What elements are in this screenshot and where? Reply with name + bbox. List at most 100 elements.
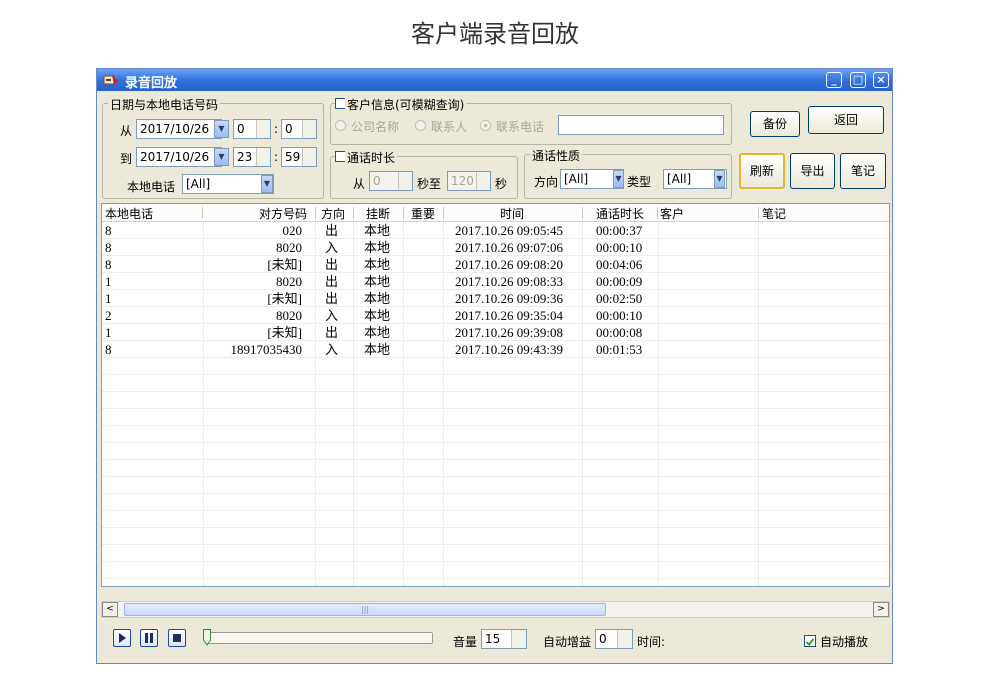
cell-dir: 出 (325, 223, 339, 238)
table-row[interactable]: 8 020 出本地 2017.10.26 09:05:45 00:00:37 (102, 222, 889, 239)
from-date-dropdown[interactable]: ▼ (214, 120, 229, 138)
scroll-thumb[interactable]: ||| (124, 603, 606, 616)
col-duration[interactable]: 通话时长 (596, 205, 644, 222)
autoplay-label: 自动播放 (820, 635, 869, 649)
page-heading: 客户端录音回放 (411, 20, 579, 48)
table-row[interactable]: 1 [未知] 出本地 2017.10.26 09:39:08 00:00:08 (102, 324, 889, 341)
cell-remote: 8020 (276, 308, 302, 323)
col-important[interactable]: 重要 (411, 205, 435, 222)
recording-playback-window: 录音回放 _ □ × 日期与本地电话号码 从 2017/10/26 星 ▼ 0 … (96, 68, 893, 664)
duration-from-spinner[interactable] (398, 172, 412, 190)
pause-icon (145, 633, 153, 643)
stop-button[interactable] (168, 629, 186, 647)
cell-hangup: 本地 (364, 342, 391, 357)
maximize-button[interactable]: □ (850, 72, 866, 88)
col-remote-number[interactable]: 对方号码 (259, 205, 307, 222)
cell-duration: 00:04:06 (596, 257, 643, 272)
cell-time: 2017.10.26 09:05:45 (455, 223, 563, 238)
app-icon (103, 75, 118, 85)
play-button[interactable] (113, 629, 131, 647)
cell-duration: 00:00:37 (596, 223, 643, 238)
auto-gain-spinner[interactable] (617, 630, 632, 648)
volume-label: 音量 (453, 635, 478, 649)
table-row[interactable]: 8 [未知] 出本地 2017.10.26 09:08:20 00:04:06 (102, 256, 889, 273)
cell-time: 2017.10.26 09:08:33 (455, 274, 563, 289)
volume-spinner[interactable] (511, 630, 526, 648)
export-button[interactable]: 导出 (790, 153, 835, 189)
cell-time: 2017.10.26 09:07:06 (455, 240, 563, 255)
playback-bar: 音量 15 自动增益 0 时间: 自动播放 (97, 621, 892, 665)
type-dropdown[interactable]: ▼ (714, 170, 725, 188)
minimize-button[interactable]: _ (826, 72, 842, 88)
col-customer[interactable]: 客户 (660, 205, 684, 222)
cell-duration: 00:00:10 (596, 308, 643, 323)
customer-info-legend: 客户信息(可模糊查询) (345, 96, 467, 113)
to-hour-spinner[interactable] (256, 148, 270, 166)
title-bar[interactable]: 录音回放 _ □ × (97, 69, 892, 91)
direction-dropdown[interactable]: ▼ (613, 170, 624, 188)
cell-remote: [未知] (267, 291, 302, 306)
table-row[interactable]: 2 8020 入本地 2017.10.26 09:35:04 00:00:10 (102, 307, 889, 324)
to-minute-spinner[interactable] (302, 148, 316, 166)
col-direction[interactable]: 方向 (321, 205, 345, 222)
table-row[interactable]: 1 8020 出本地 2017.10.26 09:08:33 00:00:09 (102, 273, 889, 290)
duration-to-spinner[interactable] (476, 172, 490, 190)
cell-time: 2017.10.26 09:08:20 (455, 257, 563, 272)
cell-remote: 8020 (276, 240, 302, 255)
customer-search-input[interactable] (558, 115, 724, 135)
cell-time: 2017.10.26 09:39:08 (455, 325, 563, 340)
cell-hangup: 本地 (364, 274, 391, 289)
cell-remote: 18917035430 (230, 342, 303, 357)
cell-remote: [未知] (267, 325, 302, 340)
to-colon: : (274, 150, 279, 164)
scroll-right-button[interactable]: > (873, 602, 889, 617)
cell-remote: 020 (282, 223, 303, 238)
backup-button[interactable]: 备份 (750, 111, 800, 137)
table-row[interactable]: 8 8020 入本地 2017.10.26 09:07:06 00:00:10 (102, 239, 889, 256)
scroll-left-button[interactable]: < (102, 602, 118, 617)
playback-progress-track[interactable] (205, 632, 433, 644)
cell-hangup: 本地 (364, 257, 391, 272)
table-rows: 8 020 出本地 2017.10.26 09:05:45 00:00:37 8 8020 入… (102, 222, 889, 358)
pause-button[interactable] (140, 629, 158, 647)
cell-dir: 出 (325, 257, 339, 272)
cell-duration: 00:00:09 (596, 274, 643, 289)
from-hour-spinner[interactable] (256, 120, 270, 138)
cell-hangup: 本地 (364, 291, 391, 306)
from-date-picker[interactable]: 2017/10/26 星 (136, 119, 222, 139)
cell-time: 2017.10.26 09:35:04 (455, 308, 563, 323)
window-title: 录音回放 (125, 76, 178, 91)
col-time[interactable]: 时间 (500, 205, 524, 222)
back-button[interactable]: 返回 (808, 106, 884, 134)
phone-radio[interactable] (480, 120, 491, 131)
checkmark-icon (805, 638, 815, 646)
recordings-table[interactable]: 本地电话 对方号码 方向 挂断 重要 时间 通话时长 客户 笔记 8 020 出本地… (101, 203, 890, 587)
cell-dir: 出 (325, 325, 339, 340)
autoplay-checkbox[interactable] (804, 635, 816, 647)
duration-group: 通话时长 从 0 秒至 120 秒 (330, 149, 518, 199)
cell-duration: 00:00:08 (596, 325, 643, 340)
playback-progress-thumb[interactable] (203, 629, 211, 646)
notes-button[interactable]: 笔记 (840, 153, 886, 189)
to-date-picker[interactable]: 2017/10/26 星 (136, 147, 222, 167)
company-radio[interactable] (335, 120, 346, 131)
table-header: 本地电话 对方号码 方向 挂断 重要 时间 通话时长 客户 笔记 (102, 204, 889, 222)
direction-label: 方向 (534, 175, 559, 189)
close-button[interactable]: × (873, 72, 889, 88)
company-radio-label: 公司名称 (351, 120, 400, 134)
refresh-button[interactable]: 刷新 (739, 153, 785, 189)
contact-radio[interactable] (415, 120, 426, 131)
from-label: 从 (120, 124, 133, 138)
to-label: 到 (120, 152, 133, 166)
table-row[interactable]: 1 [未知] 出本地 2017.10.26 09:09:36 00:02:50 (102, 290, 889, 307)
from-minute-spinner[interactable] (302, 120, 316, 138)
cell-hangup: 本地 (364, 308, 391, 323)
horizontal-scrollbar[interactable]: < ||| > (101, 601, 890, 618)
col-local-phone[interactable]: 本地电话 (105, 205, 153, 222)
cell-duration: 00:02:50 (596, 291, 643, 306)
table-row[interactable]: 8 18917035430 入本地 2017.10.26 09:43:39 00:01:… (102, 341, 889, 358)
to-date-dropdown[interactable]: ▼ (214, 148, 229, 166)
local-phone-dropdown[interactable]: ▼ (261, 175, 273, 193)
col-hangup[interactable]: 挂断 (366, 205, 390, 222)
col-notes[interactable]: 笔记 (762, 205, 786, 222)
